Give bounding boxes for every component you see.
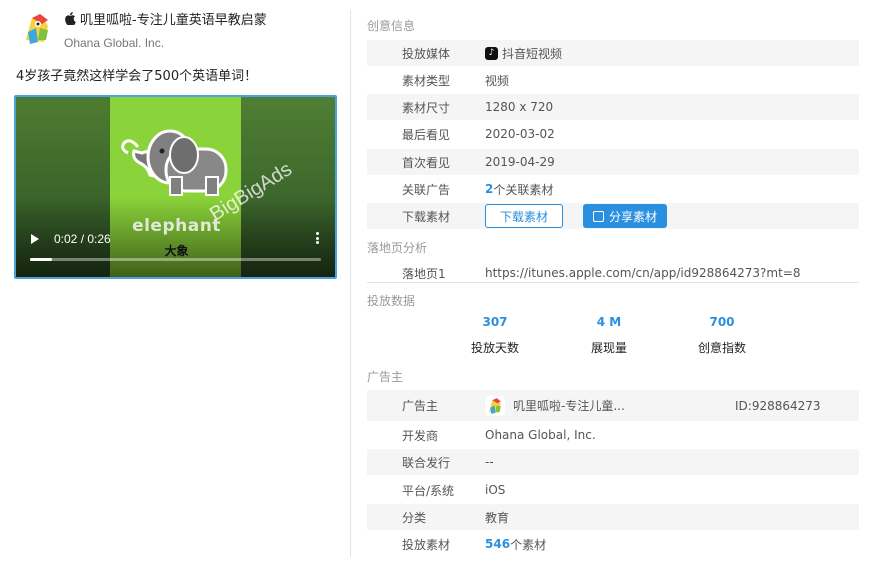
stat-value: 4 M — [596, 315, 622, 329]
row-first-seen: 首次看见 2019-04-29 — [367, 149, 859, 175]
advertiser-icon — [485, 395, 505, 416]
materials-suffix: 个素材 — [510, 537, 547, 552]
row-label: 平台/系统 — [402, 483, 455, 498]
play-icon[interactable] — [31, 234, 39, 244]
row-label: 素材类型 — [402, 73, 451, 88]
divider — [367, 282, 859, 283]
app-title-text: 叽里呱啦-专注儿童英语早教启蒙 — [80, 13, 267, 28]
tiktok-icon: ♪ — [485, 46, 498, 60]
row-related-ads: 关联广告 2 个关联素材 — [367, 176, 859, 202]
row-label: 广告主 — [402, 399, 439, 413]
row-label: 开发商 — [402, 428, 439, 443]
video-time: 0:02 / 0:26 — [54, 232, 111, 246]
video-player[interactable]: elephant 大象 BigBigAds 0:02 / 0:26 — [14, 95, 337, 279]
stat-value: 700 — [709, 315, 735, 329]
row-label: 首次看见 — [402, 155, 451, 170]
developer-name: Ohana Global. Inc. — [64, 36, 165, 50]
row-label: 下载素材 — [402, 209, 451, 224]
video-progress-bar[interactable] — [30, 258, 321, 261]
row-label: 投放媒体 — [402, 46, 451, 61]
row-value: 2020-03-02 — [485, 127, 555, 141]
stat-impressions: 4 M 展现量 — [559, 315, 659, 356]
share-button[interactable]: 分享素材 — [583, 204, 668, 228]
delivery-stats: 307 投放天数 4 M 展现量 700 创意指数 — [367, 315, 859, 365]
row-value: -- — [485, 455, 494, 469]
share-button-label: 分享素材 — [609, 209, 658, 224]
section-title-delivery: 投放数据 — [367, 294, 416, 308]
download-button[interactable]: 下载素材 — [485, 204, 564, 228]
row-label: 最后看见 — [402, 127, 451, 142]
row-developer: 开发商 Ohana Global, Inc. — [367, 422, 859, 448]
row-label: 投放素材 — [402, 537, 451, 552]
video-progress-fill — [30, 258, 53, 261]
landing-url-link[interactable]: https://itunes.apple.com/cn/app/id928864… — [485, 266, 801, 280]
ad-preview-panel: 叽里呱啦-专注儿童英语早教启蒙 Ohana Global. Inc. 4岁孩子竟… — [0, 0, 350, 569]
stat-label: 展现量 — [590, 341, 627, 355]
row-value: 抖音短视频 — [502, 46, 563, 61]
row-label: 联合发行 — [402, 455, 451, 470]
more-options-icon[interactable] — [316, 232, 319, 244]
video-word-chinese: 大象 — [164, 244, 189, 258]
stat-creative-index: 700 创意指数 — [672, 315, 772, 356]
related-suffix: 个关联素材 — [493, 182, 554, 197]
app-title[interactable]: 叽里呱啦-专注儿童英语早教启蒙 — [64, 9, 267, 28]
panel-divider — [350, 10, 351, 557]
row-value: iOS — [485, 483, 506, 497]
row-label: 素材尺寸 — [402, 100, 451, 115]
advertiser-name-link[interactable]: 叽里呱啦-专注儿童... — [513, 397, 625, 414]
stat-days: 307 投放天数 — [445, 315, 545, 356]
row-value: 教育 — [485, 510, 510, 525]
app-icon — [18, 10, 56, 48]
row-category: 分类 教育 — [367, 504, 859, 530]
row-co-publisher: 联合发行 -- — [367, 449, 859, 475]
row-last-seen: 最后看见 2020-03-02 — [367, 121, 859, 147]
row-label: 落地页1 — [402, 266, 446, 281]
ad-title: 4岁孩子竟然这样学会了500个英语单词！ — [16, 69, 258, 84]
row-media: 投放媒体 ♪ 抖音短视频 — [367, 40, 859, 66]
row-label: 分类 — [402, 510, 427, 525]
apple-icon — [64, 12, 76, 26]
row-download: 下载素材 下载素材 分享素材 — [367, 203, 859, 229]
row-value: 1280 x 720 — [485, 100, 554, 114]
row-type: 素材类型 视频 — [367, 67, 859, 93]
stat-value: 307 — [482, 315, 508, 329]
section-title-creative: 创意信息 — [367, 19, 416, 33]
section-title-advertiser: 广告主 — [367, 370, 404, 384]
row-value: 视频 — [485, 73, 510, 88]
row-label: 关联广告 — [402, 182, 451, 197]
stat-label: 创意指数 — [697, 341, 746, 355]
row-value: Ohana Global, Inc. — [485, 428, 596, 442]
row-value: 2019-04-29 — [485, 155, 555, 169]
row-platform: 平台/系统 iOS — [367, 477, 859, 503]
section-title-landing: 落地页分析 — [367, 241, 428, 255]
row-materials: 投放素材 546 个素材 — [367, 531, 859, 557]
row-advertiser: 广告主 叽里呱啦-专注儿童... ID:928864273 — [367, 390, 859, 421]
stat-label: 投放天数 — [470, 341, 519, 355]
materials-count-link[interactable]: 546 — [485, 537, 510, 551]
row-size: 素材尺寸 1280 x 720 — [367, 94, 859, 120]
advertiser-id: ID:928864273 — [735, 398, 821, 413]
share-icon — [593, 210, 605, 222]
related-count-link[interactable]: 2 — [485, 182, 493, 196]
